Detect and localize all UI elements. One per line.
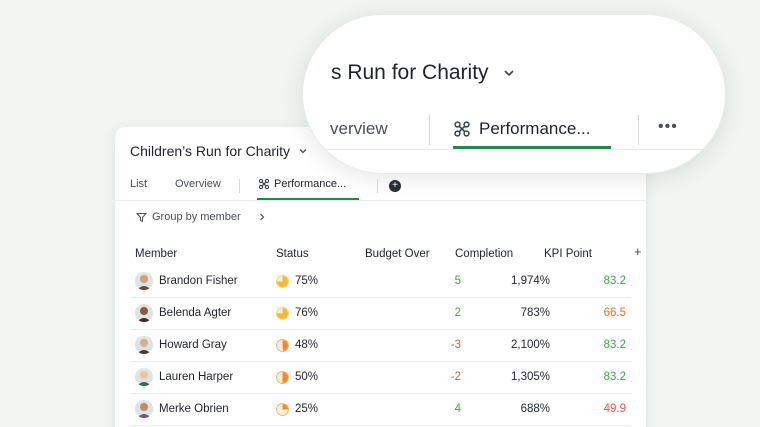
avatar bbox=[135, 272, 153, 290]
add-column-button[interactable]: + bbox=[634, 244, 642, 259]
member-name: Merke Obrien bbox=[159, 403, 229, 415]
workflow-icon bbox=[454, 121, 470, 137]
avatar bbox=[135, 304, 153, 322]
zoom-tab-performance: Performance... bbox=[453, 119, 591, 139]
budget-over-value: -3 bbox=[450, 339, 461, 351]
member-name: Brandon Fisher bbox=[159, 275, 238, 287]
kpi-point-value: 83.2 bbox=[603, 371, 626, 383]
project-title-dropdown[interactable]: Children’s Run for Charity bbox=[130, 143, 308, 159]
table-row[interactable]: Belenda Agter 76% 2 783% 66.5 bbox=[130, 298, 631, 330]
budget-over-value: -2 bbox=[450, 371, 461, 383]
completion-value: 688% bbox=[520, 403, 550, 415]
completion-value: 783% bbox=[520, 307, 550, 319]
status-value: 76% bbox=[295, 307, 319, 319]
avatar bbox=[135, 400, 153, 418]
column-status[interactable]: Status bbox=[276, 248, 309, 260]
more-icon: ••• bbox=[658, 118, 678, 135]
group-by-control[interactable]: Group by member bbox=[136, 211, 266, 223]
zoom-tab-performance-label: Performance... bbox=[479, 119, 591, 138]
table-row[interactable]: Howard Gray 48% -3 2,100% 83.2 bbox=[130, 330, 631, 362]
tab-divider bbox=[239, 179, 240, 193]
filter-icon bbox=[136, 212, 147, 222]
chevron-down-icon bbox=[299, 149, 307, 154]
member-name: Belenda Agter bbox=[159, 307, 232, 319]
chevron-right-icon[interactable] bbox=[258, 213, 266, 221]
zoom-callout: s Run for Charity verview Performance...… bbox=[302, 14, 726, 174]
tab-performance-label: Performance... bbox=[274, 178, 347, 190]
column-completion[interactable]: Completion bbox=[455, 248, 513, 260]
completion-value: 1,974% bbox=[510, 275, 550, 287]
completion-value: 2,100% bbox=[510, 339, 550, 351]
tab-list[interactable]: List bbox=[130, 178, 147, 190]
tab-performance[interactable]: Performance... bbox=[258, 178, 346, 190]
column-member[interactable]: Member bbox=[135, 248, 177, 260]
tab-overview[interactable]: Overview bbox=[175, 178, 221, 190]
zoom-divider bbox=[303, 149, 725, 150]
member-name: Lauren Harper bbox=[159, 371, 234, 383]
progress-pie-icon bbox=[276, 371, 289, 384]
status-value: 50% bbox=[295, 371, 319, 383]
progress-pie-icon bbox=[276, 307, 289, 320]
active-tab-indicator bbox=[257, 198, 359, 200]
zoom-tab-overview: verview bbox=[330, 119, 388, 138]
column-budget-over[interactable]: Budget Over bbox=[365, 248, 430, 260]
avatar bbox=[135, 368, 153, 386]
zoom-tab-divider bbox=[638, 115, 639, 145]
kpi-point-value: 83.2 bbox=[603, 275, 626, 287]
status-value: 75% bbox=[295, 275, 319, 287]
group-by-label: Group by member bbox=[152, 211, 241, 223]
add-view-button[interactable]: + bbox=[389, 180, 401, 192]
table-header: Member Status Budget Over Completion KPI… bbox=[115, 245, 646, 265]
column-kpi-point[interactable]: KPI Point bbox=[544, 248, 592, 260]
budget-over-value: 2 bbox=[454, 307, 461, 319]
status-value: 48% bbox=[295, 339, 319, 351]
zoom-tab-divider bbox=[429, 115, 430, 145]
tab-divider bbox=[377, 179, 378, 193]
table-row[interactable]: Brandon Fisher 75% 5 1,974% 83.2 bbox=[130, 266, 631, 298]
status-value: 25% bbox=[295, 403, 319, 415]
progress-pie-icon bbox=[276, 339, 289, 352]
budget-over-value: 4 bbox=[454, 403, 461, 415]
progress-pie-icon bbox=[276, 403, 289, 416]
completion-value: 1,305% bbox=[510, 371, 550, 383]
progress-pie-icon bbox=[276, 275, 289, 288]
view-tabs: List Overview Performance... bbox=[115, 173, 646, 201]
budget-over-value: 5 bbox=[454, 275, 461, 287]
chevron-down-icon bbox=[503, 70, 514, 77]
table-row[interactable]: Merke Obrien 25% 4 688% 49.9 bbox=[130, 394, 631, 426]
workflow-icon bbox=[258, 178, 270, 190]
zoom-project-title: s Run for Charity bbox=[331, 61, 515, 85]
kpi-point-value: 66.5 bbox=[603, 307, 626, 319]
project-title: Children’s Run for Charity bbox=[130, 143, 291, 159]
avatar bbox=[135, 336, 153, 354]
zoom-title-text: s Run for Charity bbox=[331, 61, 489, 84]
member-name: Howard Gray bbox=[159, 339, 227, 351]
table-row[interactable]: Lauren Harper 50% -2 1,305% 83.2 bbox=[130, 362, 631, 394]
kpi-point-value: 49.9 bbox=[603, 403, 626, 415]
kpi-point-value: 83.2 bbox=[603, 339, 626, 351]
